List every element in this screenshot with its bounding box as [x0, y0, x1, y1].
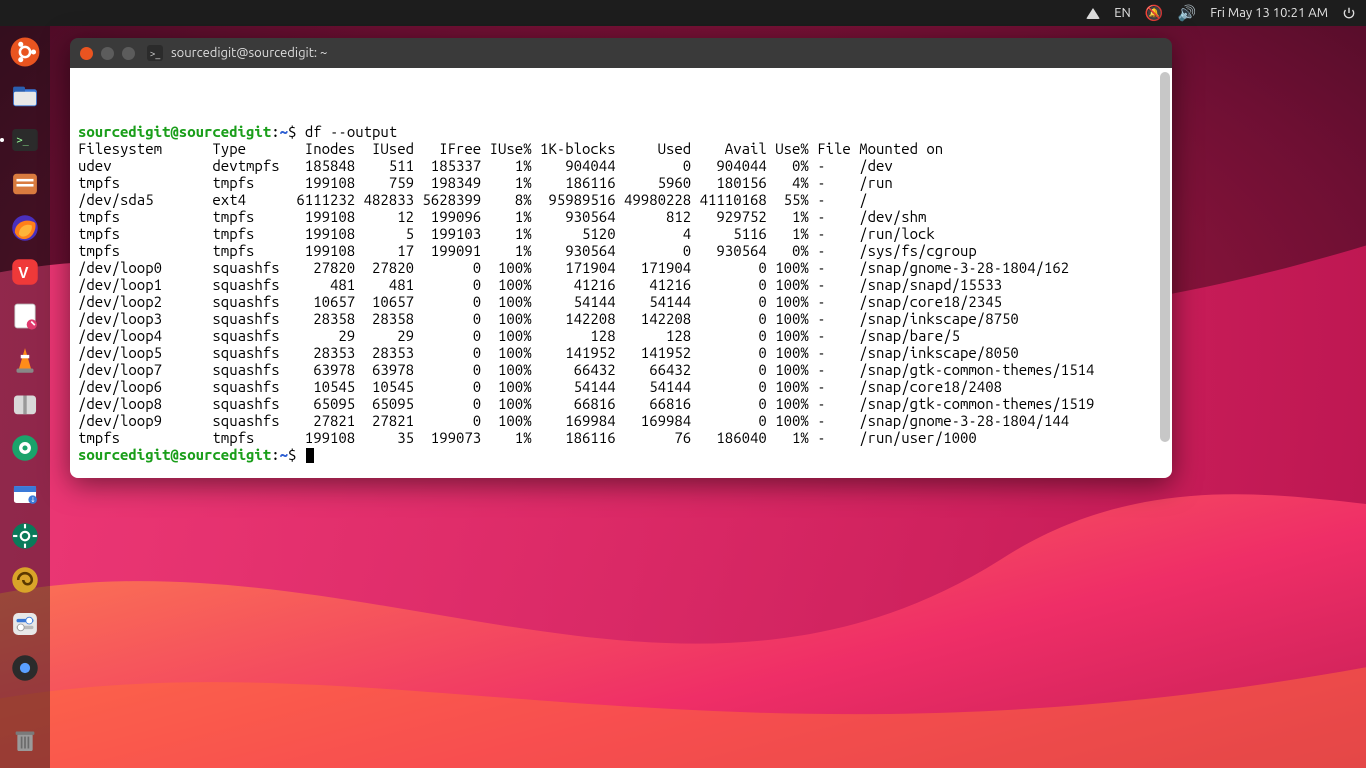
dock-item-ubuntu-logo[interactable] [5, 32, 45, 72]
dock-item-remote[interactable] [5, 648, 45, 688]
volume-icon[interactable]: 🔊 [1178, 4, 1197, 22]
dock-item-display[interactable] [5, 428, 45, 468]
dock-item-files[interactable] [5, 76, 45, 116]
dock-item-store[interactable]: ↓ [5, 472, 45, 512]
dock-item-trash[interactable] [5, 720, 45, 760]
window-titlebar[interactable]: >_ sourcedigit@sourcedigit: ~ [70, 38, 1172, 68]
dock-item-terminal[interactable]: >_ [5, 120, 45, 160]
dock-item-archiver[interactable] [5, 384, 45, 424]
top-bar: EN 🔕 🔊 Fri May 13 10:21 AM [0, 0, 1366, 26]
dock-item-vlc[interactable] [5, 340, 45, 380]
terminal-prompt[interactable]: sourcedigit@sourcedigit:~$ [78, 446, 1164, 463]
terminal-window: >_ sourcedigit@sourcedigit: ~ sourcedigi… [70, 38, 1172, 478]
svg-text:>_: >_ [17, 135, 30, 146]
input-language[interactable]: EN [1114, 6, 1131, 20]
cursor [306, 448, 314, 463]
svg-text:V: V [18, 265, 29, 282]
scrollbar-thumb[interactable] [1160, 72, 1170, 442]
clock[interactable]: Fri May 13 10:21 AM [1210, 6, 1328, 20]
dock-item-swirl[interactable] [5, 560, 45, 600]
dock-item-software[interactable] [5, 164, 45, 204]
window-minimize-button[interactable] [101, 47, 114, 60]
svg-text:↓: ↓ [30, 497, 36, 504]
dock-item-tweaks[interactable] [5, 604, 45, 644]
dock-item-firefox[interactable] [5, 208, 45, 248]
terminal-line: sourcedigit@sourcedigit:~$ df --output [78, 123, 1164, 140]
scrollbar[interactable] [1160, 72, 1170, 474]
power-icon[interactable] [1342, 6, 1356, 20]
dock-item-settings[interactable] [5, 516, 45, 556]
dock-item-editor[interactable] [5, 296, 45, 336]
terminal-output: Filesystem Type Inodes IUsed IFree IUse%… [78, 140, 1164, 446]
terminal-body[interactable]: sourcedigit@sourcedigit:~$ df --outputFi… [70, 68, 1172, 478]
notifications-icon[interactable]: 🔕 [1145, 4, 1164, 22]
wifi-icon[interactable] [1086, 8, 1100, 19]
dock: >_ V ↓ [0, 26, 50, 768]
terminal-icon: >_ [147, 45, 163, 61]
window-close-button[interactable] [80, 47, 93, 60]
window-maximize-button[interactable] [122, 47, 135, 60]
window-title: sourcedigit@sourcedigit: ~ [171, 46, 327, 60]
dock-item-vivaldi[interactable]: V [5, 252, 45, 292]
